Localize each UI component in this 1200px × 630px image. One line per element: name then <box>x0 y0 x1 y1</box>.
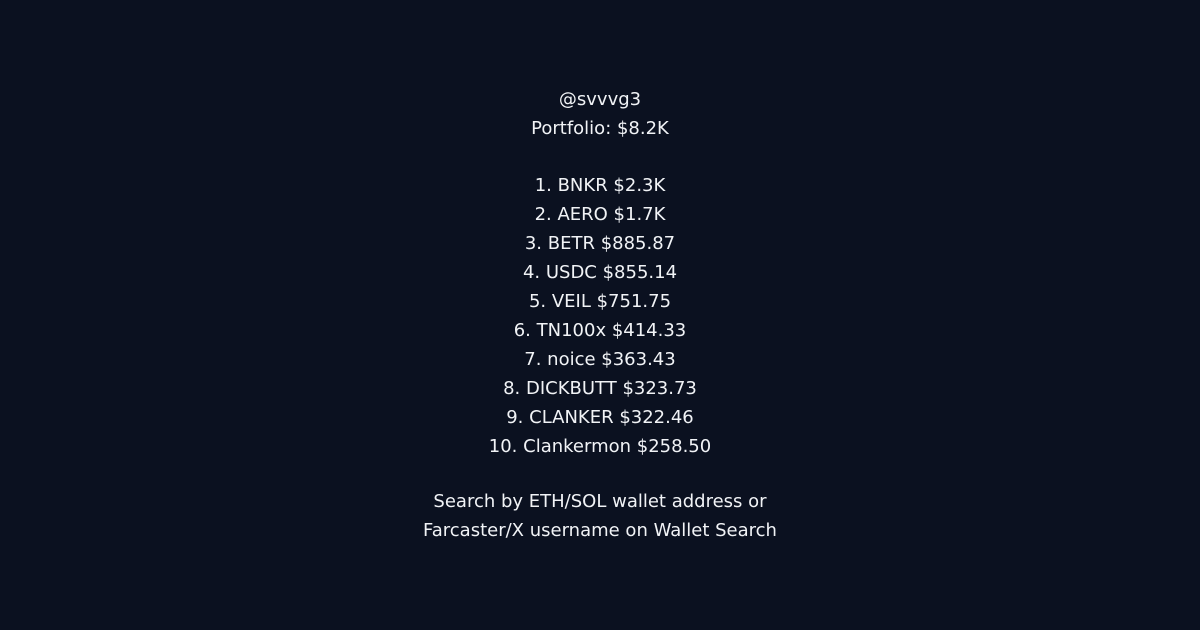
search-hint: Search by ETH/SOL wallet address or Farc… <box>0 487 1200 545</box>
holding-item: 3. BETR $885.87 <box>524 233 676 254</box>
holding-item: 10. Clankermon $258.50 <box>488 436 712 457</box>
portfolio-total: Portfolio: $8.2K <box>531 118 669 139</box>
holdings-list: 1. BNKR $2.3K 2. AERO $1.7K 3. BETR $885… <box>0 171 1200 461</box>
holding-item: 5. VEIL $751.75 <box>528 291 672 312</box>
username: @svvvg3 <box>558 89 642 110</box>
profile-header: @svvvg3 Portfolio: $8.2K <box>0 85 1200 143</box>
holding-item: 2. AERO $1.7K <box>534 204 666 225</box>
holding-item: 6. TN100x $414.33 <box>513 320 687 341</box>
holding-item: 4. USDC $855.14 <box>522 262 678 283</box>
search-hint-line-1: Search by ETH/SOL wallet address or <box>433 491 767 512</box>
holding-item: 9. CLANKER $322.46 <box>506 407 694 428</box>
search-hint-line-2: Farcaster/X username on Wallet Search <box>423 520 777 541</box>
holding-item: 7. noice $363.43 <box>524 349 676 370</box>
holding-item: 1. BNKR $2.3K <box>534 175 666 196</box>
holding-item: 8. DICKBUTT $323.73 <box>503 378 697 399</box>
portfolio-card: @svvvg3 Portfolio: $8.2K 1. BNKR $2.3K 2… <box>0 0 1200 630</box>
